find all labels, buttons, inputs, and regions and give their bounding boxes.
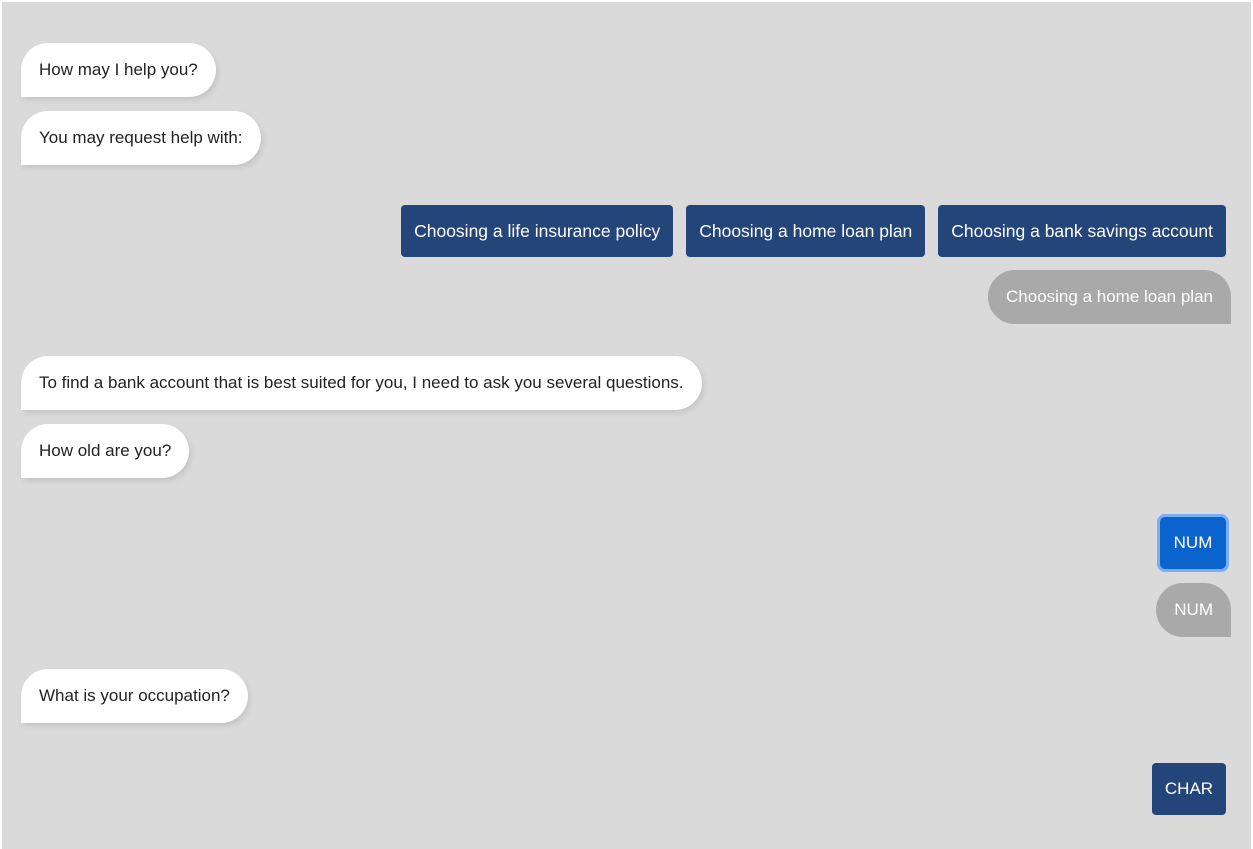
char-input-button[interactable]: CHAR xyxy=(1152,763,1226,815)
option-home-loan-button[interactable]: Choosing a home loan plan xyxy=(686,205,926,257)
option-bank-savings-button[interactable]: Choosing a bank savings account xyxy=(938,205,1226,257)
option-life-insurance-button[interactable]: Choosing a life insurance policy xyxy=(401,205,674,257)
bot-message-age-question: How old are you? xyxy=(21,424,190,478)
user-message-age: NUM xyxy=(1156,583,1231,637)
chat-window: How may I help you? You may request help… xyxy=(2,2,1251,849)
bot-message-greeting: How may I help you? xyxy=(21,43,216,97)
bot-message-occupation-question: What is your occupation? xyxy=(21,669,248,723)
bot-message-find-account: To find a bank account that is best suit… xyxy=(21,356,702,410)
bot-message-request-help: You may request help with: xyxy=(21,111,261,165)
num-input-button[interactable]: NUM xyxy=(1160,517,1226,569)
user-message-choice: Choosing a home loan plan xyxy=(988,270,1231,324)
option-buttons: Choosing a life insurance policy Choosin… xyxy=(401,205,1226,257)
